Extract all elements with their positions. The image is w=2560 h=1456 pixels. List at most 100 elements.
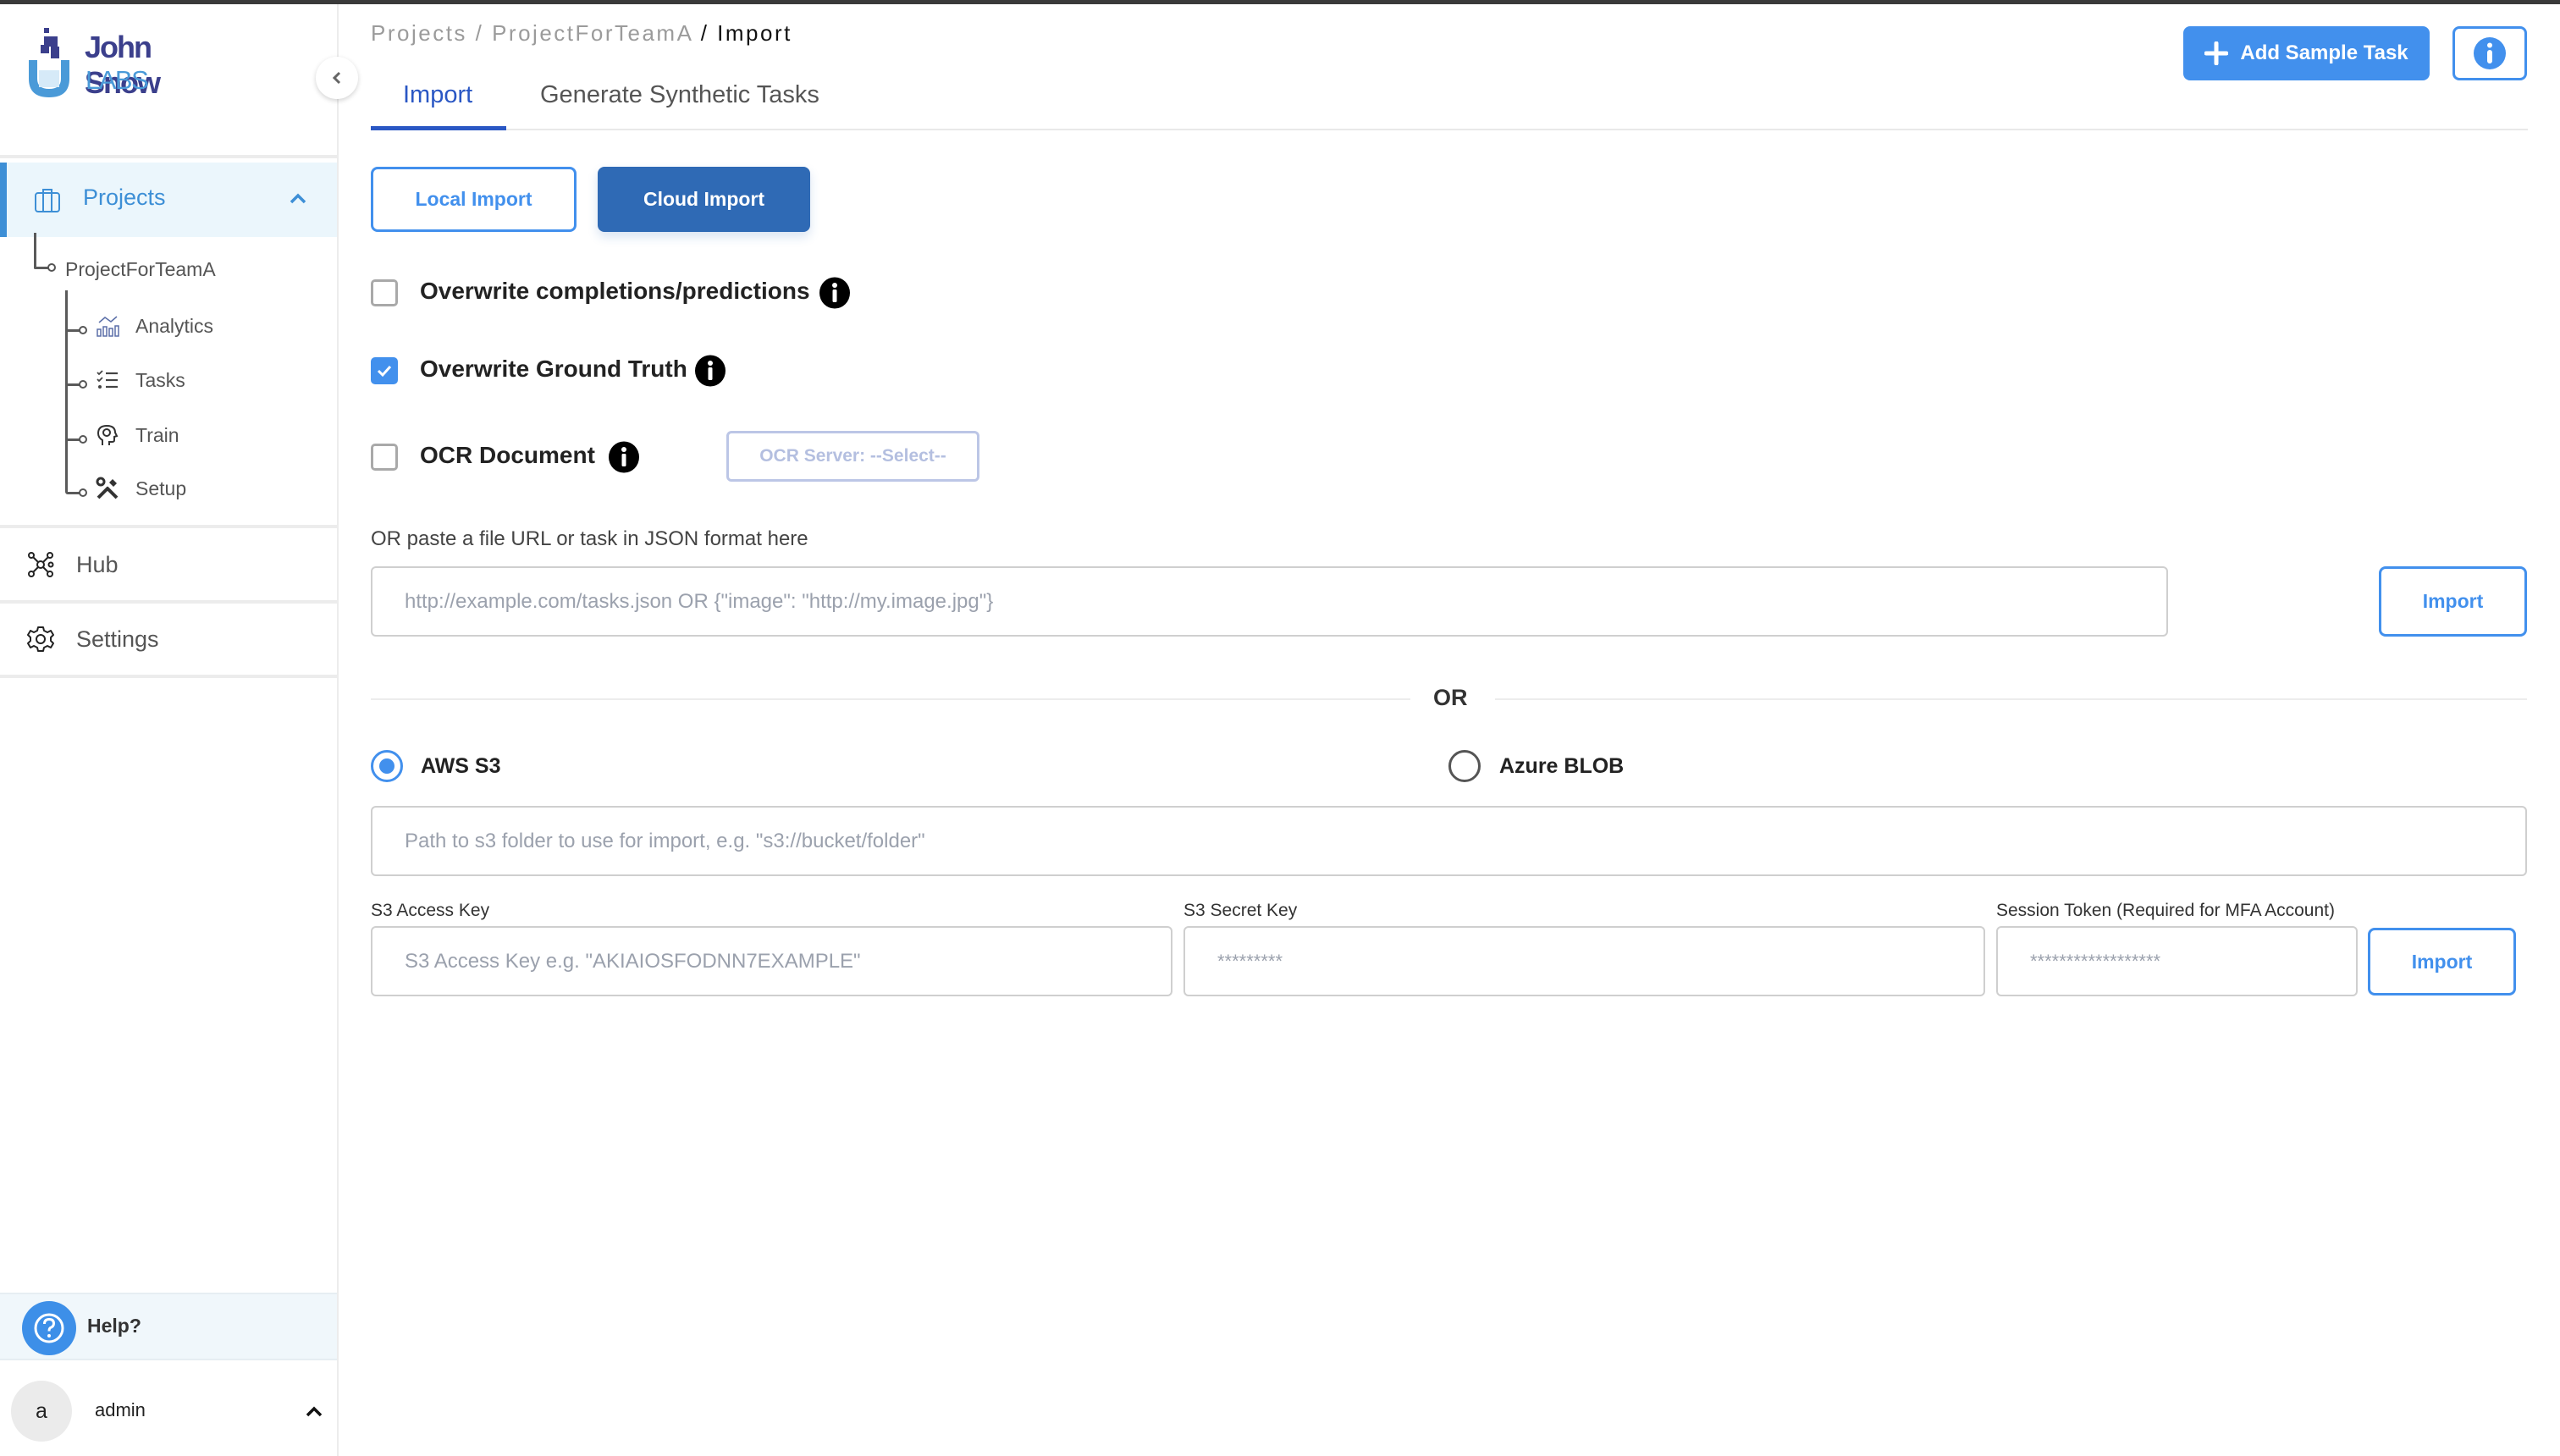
s3-access-key-label: S3 Access Key	[371, 901, 490, 920]
help-button[interactable]: Help?	[0, 1293, 337, 1360]
tree-connector	[65, 290, 68, 492]
aws-s3-label: AWS S3	[421, 754, 501, 778]
sidebar-item-setup[interactable]: Setup	[135, 477, 186, 500]
divider	[1495, 698, 2527, 700]
help-label: Help?	[87, 1315, 141, 1337]
sidebar-item-label: Settings	[76, 626, 159, 652]
user-name[interactable]: admin	[95, 1399, 146, 1421]
overwrite-completions-label: Overwrite completions/predictions	[420, 278, 810, 304]
url-json-input[interactable]	[371, 566, 2168, 637]
tree-node-dot	[79, 326, 87, 334]
gear-icon	[27, 626, 54, 652]
briefcase-icon	[35, 189, 60, 212]
hub-icon	[28, 552, 54, 577]
plus-icon	[2204, 41, 2229, 65]
tree-connector	[34, 233, 36, 268]
overwrite-completions-checkbox[interactable]	[371, 279, 398, 306]
breadcrumb-project[interactable]: ProjectForTeamA	[492, 20, 692, 46]
aws-s3-radio[interactable]	[371, 750, 403, 782]
analytics-icon	[97, 316, 119, 337]
overwrite-ground-truth-label: Overwrite Ground Truth	[420, 356, 687, 382]
chevron-up-icon[interactable]	[305, 1404, 323, 1418]
avatar-initial: a	[36, 1398, 47, 1423]
sidebar-item-label: Setup	[135, 477, 187, 499]
info-icon[interactable]	[694, 355, 726, 387]
divider	[0, 155, 337, 158]
breadcrumb-separator: /	[692, 20, 718, 46]
divider	[0, 675, 337, 678]
breadcrumb-current: Import	[717, 20, 792, 46]
logo-mark-icon	[29, 28, 69, 97]
cloud-import-button[interactable]: Cloud Import	[598, 167, 810, 232]
url-import-button[interactable]: Import	[2379, 566, 2527, 637]
local-import-button[interactable]: Local Import	[371, 167, 577, 232]
sidebar-item-tasks[interactable]: Tasks	[135, 369, 185, 392]
tree-node-dot	[79, 488, 87, 497]
ocr-server-label: OCR Server: --Select--	[759, 446, 946, 466]
brand-subtitle: LABS	[86, 65, 149, 95]
sidebar-item-label: Hub	[76, 551, 119, 577]
john-snow-labs-logo[interactable]: John Snow LABS	[25, 23, 229, 101]
tab-generate-synthetic-tasks[interactable]: Generate Synthetic Tasks	[540, 81, 819, 109]
azure-blob-label: Azure BLOB	[1499, 754, 1625, 778]
info-icon[interactable]	[819, 277, 851, 309]
train-icon	[97, 424, 119, 445]
sidebar-item-analytics[interactable]: Analytics	[135, 315, 213, 338]
sidebar-item-label: Tasks	[135, 369, 185, 391]
tree-node-dot	[47, 263, 56, 272]
tree-node-dot	[79, 435, 87, 444]
overwrite-ground-truth-checkbox[interactable]	[371, 357, 398, 384]
question-circle-icon	[34, 1313, 64, 1343]
add-sample-task-button[interactable]: Add Sample Task	[2183, 26, 2430, 80]
chevron-up-icon[interactable]	[288, 190, 308, 207]
azure-blob-radio[interactable]	[1448, 750, 1481, 782]
import-button-label: Import	[2422, 590, 2484, 612]
sidebar-item-label: Analytics	[135, 315, 214, 337]
s3-secret-key-label: S3 Secret Key	[1183, 901, 1298, 920]
url-input-label: OR paste a file URL or task in JSON form…	[371, 527, 808, 550]
info-icon[interactable]	[608, 441, 640, 473]
breadcrumb-separator: /	[466, 20, 493, 46]
or-separator: OR	[1433, 685, 1468, 710]
active-indicator	[0, 163, 7, 237]
s3-path-input[interactable]	[371, 806, 2527, 876]
add-sample-task-label: Add Sample Task	[2240, 41, 2408, 64]
breadcrumb: Projects / ProjectForTeamA / Import	[371, 20, 792, 47]
session-token-input[interactable]	[1996, 926, 2358, 996]
sidebar-item-settings[interactable]: Settings	[0, 604, 337, 675]
info-button[interactable]	[2452, 26, 2527, 80]
collapse-sidebar-button[interactable]	[316, 57, 358, 99]
s3-access-key-input[interactable]	[371, 926, 1172, 996]
sidebar-item-project[interactable]: ProjectForTeamA	[65, 258, 216, 281]
sidebar-item-label: Train	[135, 424, 179, 446]
ocr-document-label: OCR Document	[420, 442, 595, 468]
active-tab-indicator	[371, 126, 506, 130]
user-avatar[interactable]: a	[11, 1381, 72, 1442]
breadcrumb-projects[interactable]: Projects	[371, 20, 467, 46]
window-top-bar	[0, 0, 2560, 4]
setup-icon	[96, 477, 119, 499]
tree-node-dot	[79, 380, 87, 389]
tasks-icon	[97, 370, 118, 389]
cloud-import-submit-button[interactable]: Import	[2368, 928, 2516, 995]
help-icon-container	[22, 1301, 76, 1355]
tab-bar: Import Generate Synthetic Tasks	[371, 76, 2528, 130]
ocr-document-checkbox[interactable]	[371, 444, 398, 471]
s3-secret-key-input[interactable]	[1183, 926, 1985, 996]
divider	[0, 525, 337, 528]
tab-import[interactable]: Import	[403, 81, 472, 109]
info-circle-icon	[2474, 37, 2506, 69]
project-name: ProjectForTeamA	[65, 258, 216, 280]
chevron-left-icon	[332, 71, 341, 85]
sidebar-item-projects[interactable]: Projects	[0, 163, 337, 237]
checkmark-icon	[377, 365, 392, 378]
sidebar-item-hub[interactable]: Hub	[0, 529, 337, 600]
sidebar-item-label: Projects	[83, 185, 166, 210]
sidebar-item-train[interactable]: Train	[135, 424, 179, 447]
session-token-label: Session Token (Required for MFA Account)	[1996, 901, 2335, 920]
cloud-import-label: Cloud Import	[643, 188, 765, 210]
sidebar: John Snow LABS Projects ProjectForTeamA …	[0, 4, 358, 1456]
import-button-label: Import	[2411, 950, 2473, 973]
ocr-server-select[interactable]: OCR Server: --Select--	[726, 431, 979, 482]
divider	[371, 698, 1410, 700]
